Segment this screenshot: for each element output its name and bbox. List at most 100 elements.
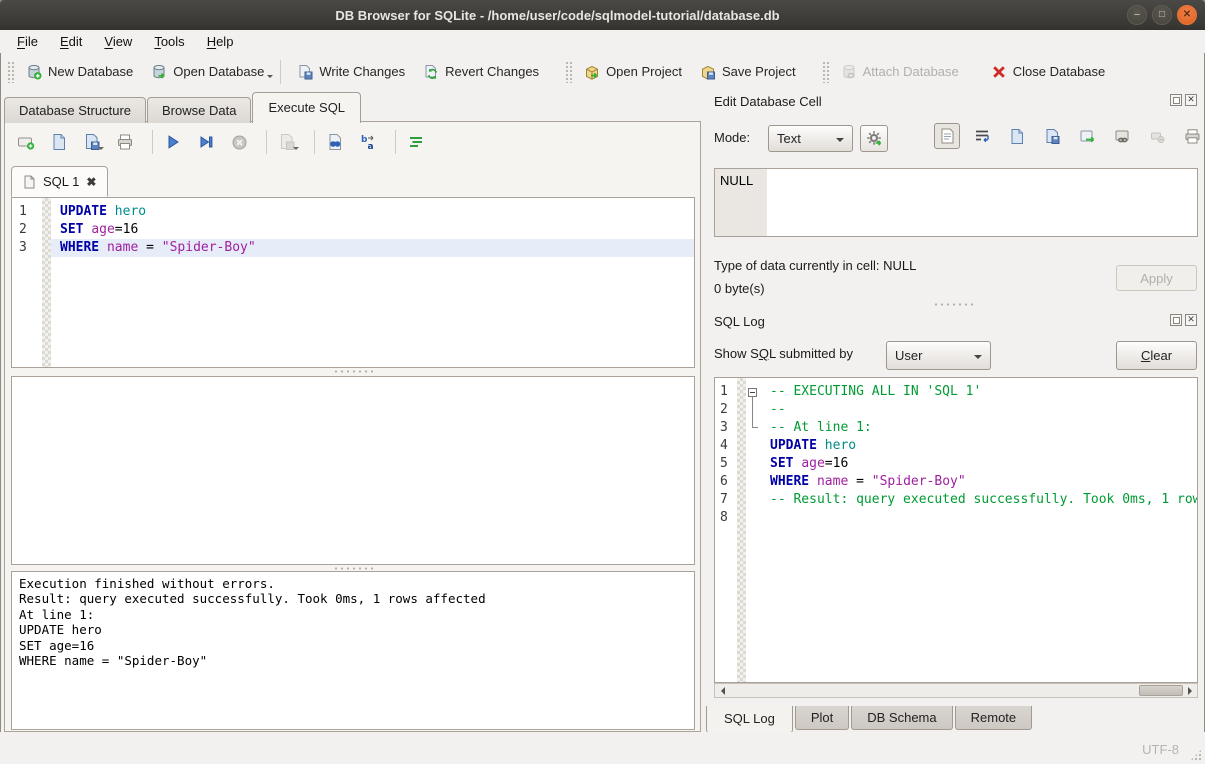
mode-select[interactable]: Text [768, 125, 853, 152]
main-tab-bar: Database Structure Browse Data Execute S… [4, 92, 362, 123]
code-line [761, 509, 1197, 527]
encoding-indicator[interactable]: UTF-8 [1142, 742, 1179, 757]
toolbar-separator [395, 130, 396, 154]
execute-all-button[interactable] [160, 129, 186, 155]
splitter-handle[interactable] [333, 369, 373, 374]
status-bar: UTF-8 [0, 732, 1205, 764]
open-sql-file-button[interactable] [46, 129, 72, 155]
format-sql-button[interactable] [403, 129, 429, 155]
fold-collapse-icon[interactable] [748, 388, 757, 397]
line-number: 7 [715, 491, 737, 509]
execute-current-line-button[interactable] [193, 129, 219, 155]
set-null-button[interactable] [1144, 123, 1170, 149]
save-results-button[interactable] [274, 129, 300, 155]
tab-browse-data[interactable]: Browse Data [147, 97, 251, 123]
sql-query-tab[interactable]: SQL 1 ✖ [11, 166, 108, 197]
code-line: UPDATE hero [51, 203, 694, 221]
clear-log-button[interactable]: Clear [1116, 341, 1197, 370]
splitter-handle[interactable] [933, 302, 973, 307]
open-database-dropdown-caret[interactable] [267, 75, 273, 81]
titlebar: DB Browser for SQLite - /home/user/code/… [0, 0, 1205, 30]
new-query-tab-button[interactable] [13, 129, 39, 155]
toolbar-separator [314, 130, 315, 154]
toolbar-drag-handle[interactable] [822, 61, 829, 83]
cell-size-info: 0 byte(s) [714, 281, 765, 296]
execute-all-icon [165, 134, 181, 150]
scrollbar-thumb[interactable] [1139, 685, 1183, 696]
dock-tab-remote[interactable]: Remote [955, 706, 1033, 730]
execute-current-line-icon [198, 134, 214, 150]
replace-button[interactable]: ba [355, 129, 381, 155]
menu-edit[interactable]: Edit [49, 31, 93, 52]
log-fold-column [746, 378, 761, 682]
code-line: UPDATE hero [761, 437, 1197, 455]
tab-database-structure[interactable]: Database Structure [4, 97, 146, 123]
write-changes-button[interactable]: Write Changes [288, 59, 414, 85]
attach-database-button[interactable]: Attach Database [832, 59, 968, 85]
close-tab-icon[interactable]: ✖ [86, 175, 96, 189]
scroll-right-arrow[interactable] [1183, 684, 1197, 697]
menu-tools[interactable]: Tools [143, 31, 195, 52]
log-line-numbers: 12345678 [715, 378, 737, 682]
toolbar-drag-handle[interactable] [7, 61, 14, 83]
dock-tab-plot[interactable]: Plot [795, 706, 849, 730]
export-cell-button[interactable] [1074, 123, 1100, 149]
save-sql-dropdown-caret[interactable] [98, 147, 104, 153]
code-line: WHERE name = "Spider-Boy" [761, 473, 1197, 491]
scroll-left-arrow[interactable] [715, 684, 729, 697]
float-panel-icon[interactable] [1170, 94, 1182, 106]
revert-changes-button[interactable]: Revert Changes [414, 59, 548, 85]
save-project-icon [700, 64, 716, 80]
sql-document-icon [23, 175, 36, 189]
apply-button[interactable]: Apply [1116, 265, 1197, 291]
auto-apply-button[interactable] [860, 125, 888, 152]
word-wrap-icon [974, 128, 990, 144]
import-link-button[interactable] [1109, 123, 1135, 149]
close-database-button[interactable]: Close Database [982, 59, 1115, 85]
new-database-button[interactable]: New Database [17, 59, 142, 85]
sql-log-view[interactable]: 12345678 -- EXECUTING ALL IN 'SQL 1'----… [714, 377, 1198, 683]
sql-tab-bar: SQL 1 ✖ [11, 166, 108, 197]
open-project-button[interactable]: Open Project [575, 59, 691, 85]
maximize-button[interactable] [1152, 5, 1172, 25]
horizontal-scrollbar[interactable] [714, 683, 1198, 698]
open-cell-file-button[interactable] [1004, 123, 1030, 149]
editor-code-area[interactable]: UPDATE heroSET age=16WHERE name = "Spide… [51, 198, 694, 367]
menu-help[interactable]: Help [196, 31, 245, 52]
open-database-button[interactable]: Open Database [142, 59, 273, 85]
window-title: DB Browser for SQLite - /home/user/code/… [0, 0, 1115, 30]
tab-execute-sql[interactable]: Execute SQL [252, 92, 361, 123]
stop-button[interactable] [226, 129, 252, 155]
resize-grip[interactable] [1190, 749, 1202, 761]
dock-tab-db-schema[interactable]: DB Schema [851, 706, 952, 730]
sql-editor[interactable]: 123 UPDATE heroSET age=16WHERE name = "S… [11, 197, 695, 368]
menu-view[interactable]: View [93, 31, 143, 52]
app-window: DB Browser for SQLite - /home/user/code/… [0, 0, 1205, 764]
float-panel-icon[interactable] [1170, 314, 1182, 326]
print-button[interactable] [112, 129, 138, 155]
cell-value-editor[interactable]: NULL [714, 168, 1198, 237]
word-wrap-button[interactable] [969, 123, 995, 149]
chevron-down-icon [836, 138, 844, 146]
line-number: 8 [715, 509, 737, 527]
open-sql-file-icon [50, 133, 68, 151]
print-cell-button[interactable] [1179, 123, 1205, 149]
toolbar-drag-handle[interactable] [565, 61, 572, 83]
save-sql-file-button[interactable] [79, 129, 105, 155]
close-panel-icon[interactable] [1185, 94, 1197, 106]
open-project-icon [584, 64, 600, 80]
dock-tab-sql-log[interactable]: SQL Log [706, 706, 793, 733]
sql-log-filter-select[interactable]: User [886, 341, 991, 370]
menu-file[interactable]: File [6, 31, 49, 52]
close-button[interactable] [1177, 5, 1197, 25]
text-document-icon [940, 128, 955, 144]
save-results-dropdown-caret[interactable] [293, 147, 299, 153]
close-panel-icon[interactable] [1185, 314, 1197, 326]
minimize-button[interactable] [1127, 5, 1147, 25]
sql-log-filter-label: Show SQL submitted by [714, 346, 853, 361]
text-document-button[interactable] [934, 123, 960, 149]
save-project-button[interactable]: Save Project [691, 59, 805, 85]
format-sql-icon [408, 134, 425, 151]
save-cell-file-button[interactable] [1039, 123, 1065, 149]
find-button[interactable] [322, 129, 348, 155]
